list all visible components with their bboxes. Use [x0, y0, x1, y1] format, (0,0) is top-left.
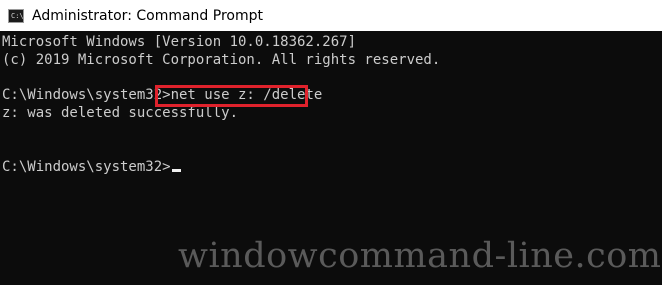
- current-prompt-text: C:\Windows\system32>: [2, 159, 171, 175]
- console-line-current-prompt[interactable]: C:\Windows\system32>: [2, 159, 181, 177]
- command-highlight-box: [155, 85, 308, 107]
- prompt-text: C:\Windows\system32>: [2, 87, 171, 103]
- console-line-version: Microsoft Windows [Version 10.0.18362.26…: [2, 34, 357, 50]
- title-bar[interactable]: C:\ Administrator: Command Prompt: [0, 0, 662, 31]
- text-cursor: [171, 169, 181, 172]
- command-prompt-window: C:\ Administrator: Command Prompt Micros…: [0, 0, 662, 285]
- watermark: windowcommand-line.com: [178, 236, 662, 276]
- window-title: Administrator: Command Prompt: [32, 7, 263, 24]
- cmd-icon: C:\: [8, 8, 24, 23]
- console-line-copyright: (c) 2019 Microsoft Corporation. All righ…: [2, 52, 441, 68]
- console-line-result: z: was deleted successfully.: [2, 105, 239, 121]
